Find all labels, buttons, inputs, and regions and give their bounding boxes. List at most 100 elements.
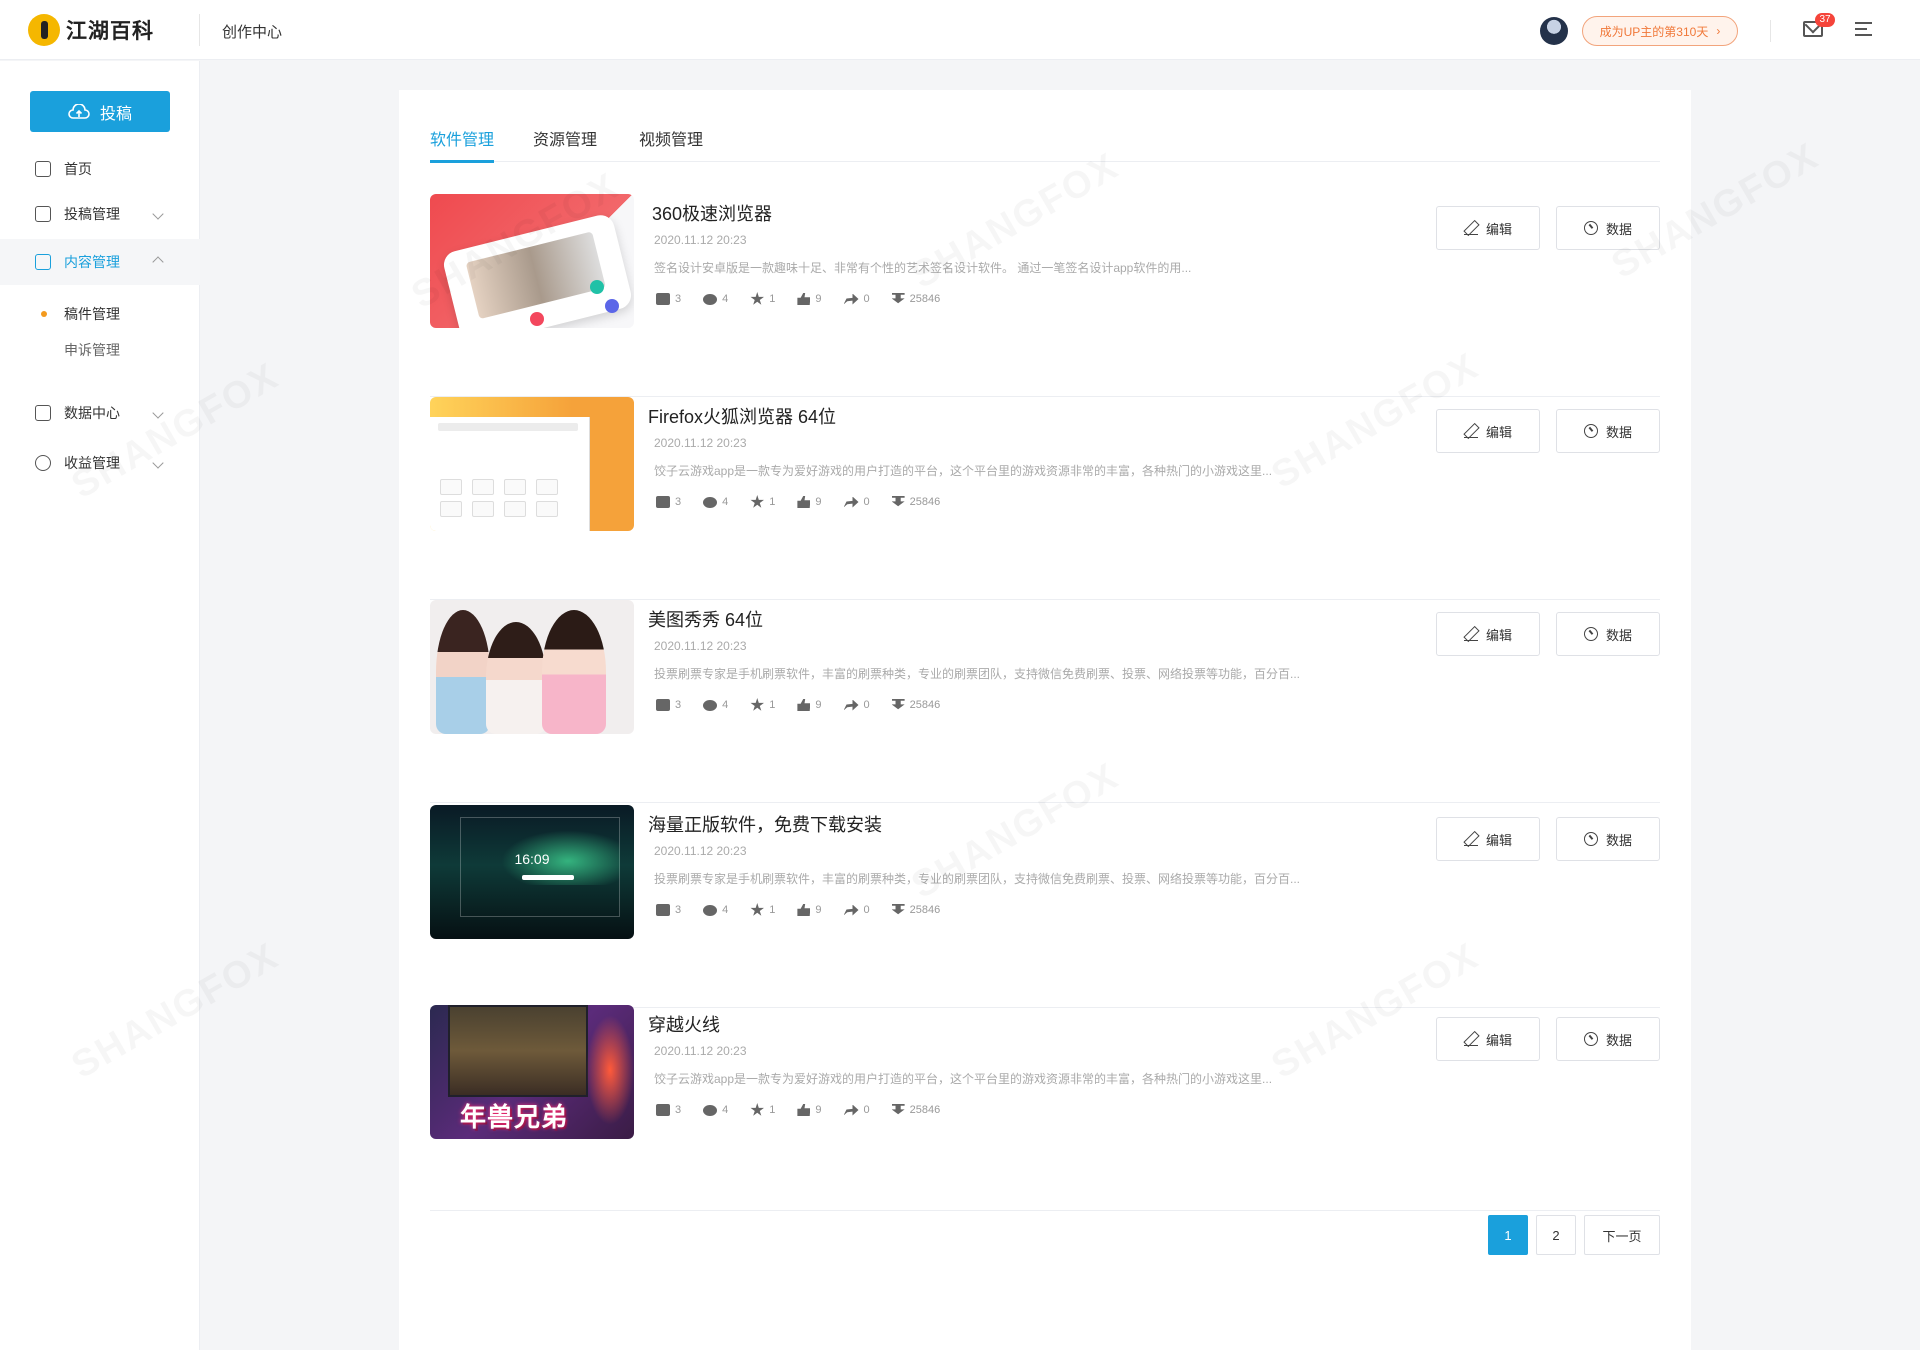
edit-button[interactable]: 编辑 bbox=[1436, 1017, 1540, 1061]
item-thumbnail[interactable] bbox=[430, 397, 634, 531]
item-title[interactable]: 海量正版软件，免费下载安装 bbox=[648, 811, 882, 837]
comment-icon bbox=[703, 1104, 718, 1116]
data-button[interactable]: 数据 bbox=[1556, 206, 1660, 250]
download-count: 25846 bbox=[909, 904, 941, 916]
post-button[interactable]: 投稿 bbox=[30, 91, 170, 132]
data-button[interactable]: 数据 bbox=[1556, 1017, 1660, 1061]
item-title[interactable]: 360极速浏览器 bbox=[652, 200, 772, 226]
like-count: 9 bbox=[815, 1104, 822, 1116]
pen-icon bbox=[1463, 1032, 1478, 1046]
star-icon bbox=[750, 903, 764, 916]
star-icon bbox=[750, 292, 764, 305]
thumbs-up-icon bbox=[797, 293, 811, 305]
edit-button-label: 编辑 bbox=[1485, 1032, 1512, 1048]
sidebar-item-label: 内容管理 bbox=[64, 254, 120, 270]
sidebar-item-submissions[interactable]: 投稿管理 bbox=[0, 194, 200, 234]
pen-icon bbox=[1463, 424, 1478, 438]
comment-icon bbox=[703, 699, 718, 711]
sidebar-item-revenue[interactable]: 收益管理 bbox=[0, 443, 200, 483]
next-page-button[interactable]: 下一页 bbox=[1584, 1215, 1660, 1255]
post-count-icon bbox=[656, 904, 670, 916]
data-button[interactable]: 数据 bbox=[1556, 409, 1660, 453]
gauge-icon bbox=[1583, 221, 1598, 235]
share-count: 0 bbox=[863, 293, 870, 305]
sidebar-item-content[interactable]: 内容管理 bbox=[0, 239, 200, 285]
star-count: 1 bbox=[769, 1104, 776, 1116]
edit-button-label: 编辑 bbox=[1485, 221, 1512, 237]
download-icon bbox=[891, 1104, 905, 1115]
chevron-up-icon bbox=[152, 256, 164, 268]
thumbs-up-icon bbox=[797, 699, 811, 711]
item-description: 投票刷票专家是手机刷票软件，丰富的刷票种类，专业的刷票团队，支持微信免费刷票、投… bbox=[654, 872, 1301, 886]
cloud-upload-icon bbox=[68, 103, 90, 119]
data-button[interactable]: 数据 bbox=[1556, 817, 1660, 861]
sidebar-item-label: 首页 bbox=[64, 161, 92, 177]
mail-count-badge: 37 bbox=[1815, 13, 1835, 27]
edit-button[interactable]: 编辑 bbox=[1436, 612, 1540, 656]
menu-icon[interactable] bbox=[1855, 22, 1872, 37]
home-icon bbox=[35, 161, 51, 177]
header-divider bbox=[199, 14, 200, 46]
edit-button-label: 编辑 bbox=[1485, 627, 1512, 643]
comment-count: 4 bbox=[722, 496, 729, 508]
money-bag-icon bbox=[35, 455, 51, 471]
share-icon bbox=[843, 904, 859, 916]
pen-icon bbox=[1463, 221, 1478, 235]
page-button-2[interactable]: 2 bbox=[1536, 1215, 1576, 1255]
data-button-label: 数据 bbox=[1605, 221, 1632, 237]
post-count-icon bbox=[656, 699, 670, 711]
post-count: 3 bbox=[675, 496, 682, 508]
share-icon bbox=[843, 1104, 859, 1116]
sidebar-subitem-manuscripts[interactable]: 稿件管理 bbox=[0, 297, 200, 331]
sidebar-item-data-center[interactable]: 数据中心 bbox=[0, 393, 200, 433]
comment-count: 4 bbox=[722, 699, 729, 711]
tab-bar: 软件管理 资源管理 视频管理 bbox=[430, 118, 1660, 163]
item-thumbnail[interactable]: 年兽兄弟 bbox=[430, 1005, 634, 1139]
share-count: 0 bbox=[863, 904, 870, 916]
sidebar-item-home[interactable]: 首页 bbox=[0, 149, 200, 189]
tab-resources[interactable]: 资源管理 bbox=[533, 118, 597, 162]
up-days-badge[interactable]: 成为UP主的第310天 › bbox=[1582, 16, 1738, 46]
item-date: 2020.11.12 20:23 bbox=[654, 639, 747, 653]
download-count: 25846 bbox=[909, 293, 941, 305]
logo-text: 江湖百科 bbox=[66, 20, 154, 43]
tab-videos[interactable]: 视频管理 bbox=[639, 118, 703, 162]
download-count: 25846 bbox=[909, 1104, 941, 1116]
download-icon bbox=[891, 293, 905, 304]
sidebar-subitem-appeals[interactable]: 申诉管理 bbox=[0, 333, 200, 367]
like-count: 9 bbox=[815, 496, 822, 508]
item-stats: 3 4 1 9 0 25846 bbox=[656, 698, 962, 712]
item-title[interactable]: 美图秀秀 64位 bbox=[648, 606, 763, 632]
post-count: 3 bbox=[675, 904, 682, 916]
page-button-1[interactable]: 1 bbox=[1488, 1215, 1528, 1255]
tab-software[interactable]: 软件管理 bbox=[430, 118, 495, 163]
item-thumbnail[interactable] bbox=[430, 600, 634, 734]
edit-button[interactable]: 编辑 bbox=[1436, 409, 1540, 453]
download-icon bbox=[891, 699, 905, 710]
data-button-label: 数据 bbox=[1605, 627, 1632, 643]
sidebar-subitem-label: 稿件管理 bbox=[64, 306, 120, 322]
logo-icon bbox=[28, 14, 60, 46]
content-icon bbox=[35, 254, 51, 270]
share-icon bbox=[843, 496, 859, 508]
post-count: 3 bbox=[675, 699, 682, 711]
post-count-icon bbox=[656, 1104, 670, 1116]
up-days-label: 成为UP主的第310天 bbox=[1599, 24, 1709, 39]
list-item: 360极速浏览器 2020.11.12 20:23 签名设计安卓版是一款趣味十足… bbox=[430, 194, 1660, 397]
like-count: 9 bbox=[815, 293, 822, 305]
edit-button[interactable]: 编辑 bbox=[1436, 206, 1540, 250]
star-icon bbox=[750, 495, 764, 508]
item-stats: 3 4 1 9 0 25846 bbox=[656, 903, 962, 917]
data-button[interactable]: 数据 bbox=[1556, 612, 1660, 656]
comment-icon bbox=[703, 496, 718, 508]
comment-count: 4 bbox=[722, 904, 729, 916]
item-date: 2020.11.12 20:23 bbox=[654, 436, 747, 450]
edit-button[interactable]: 编辑 bbox=[1436, 817, 1540, 861]
logo[interactable]: 江湖百科 bbox=[28, 14, 154, 46]
item-title[interactable]: 穿越火线 bbox=[648, 1011, 720, 1037]
pen-icon bbox=[1463, 627, 1478, 641]
item-title[interactable]: Firefox火狐浏览器 64位 bbox=[648, 403, 836, 429]
item-thumbnail[interactable]: 16:09 bbox=[430, 805, 634, 939]
item-thumbnail[interactable] bbox=[430, 194, 634, 328]
avatar[interactable] bbox=[1540, 17, 1568, 45]
